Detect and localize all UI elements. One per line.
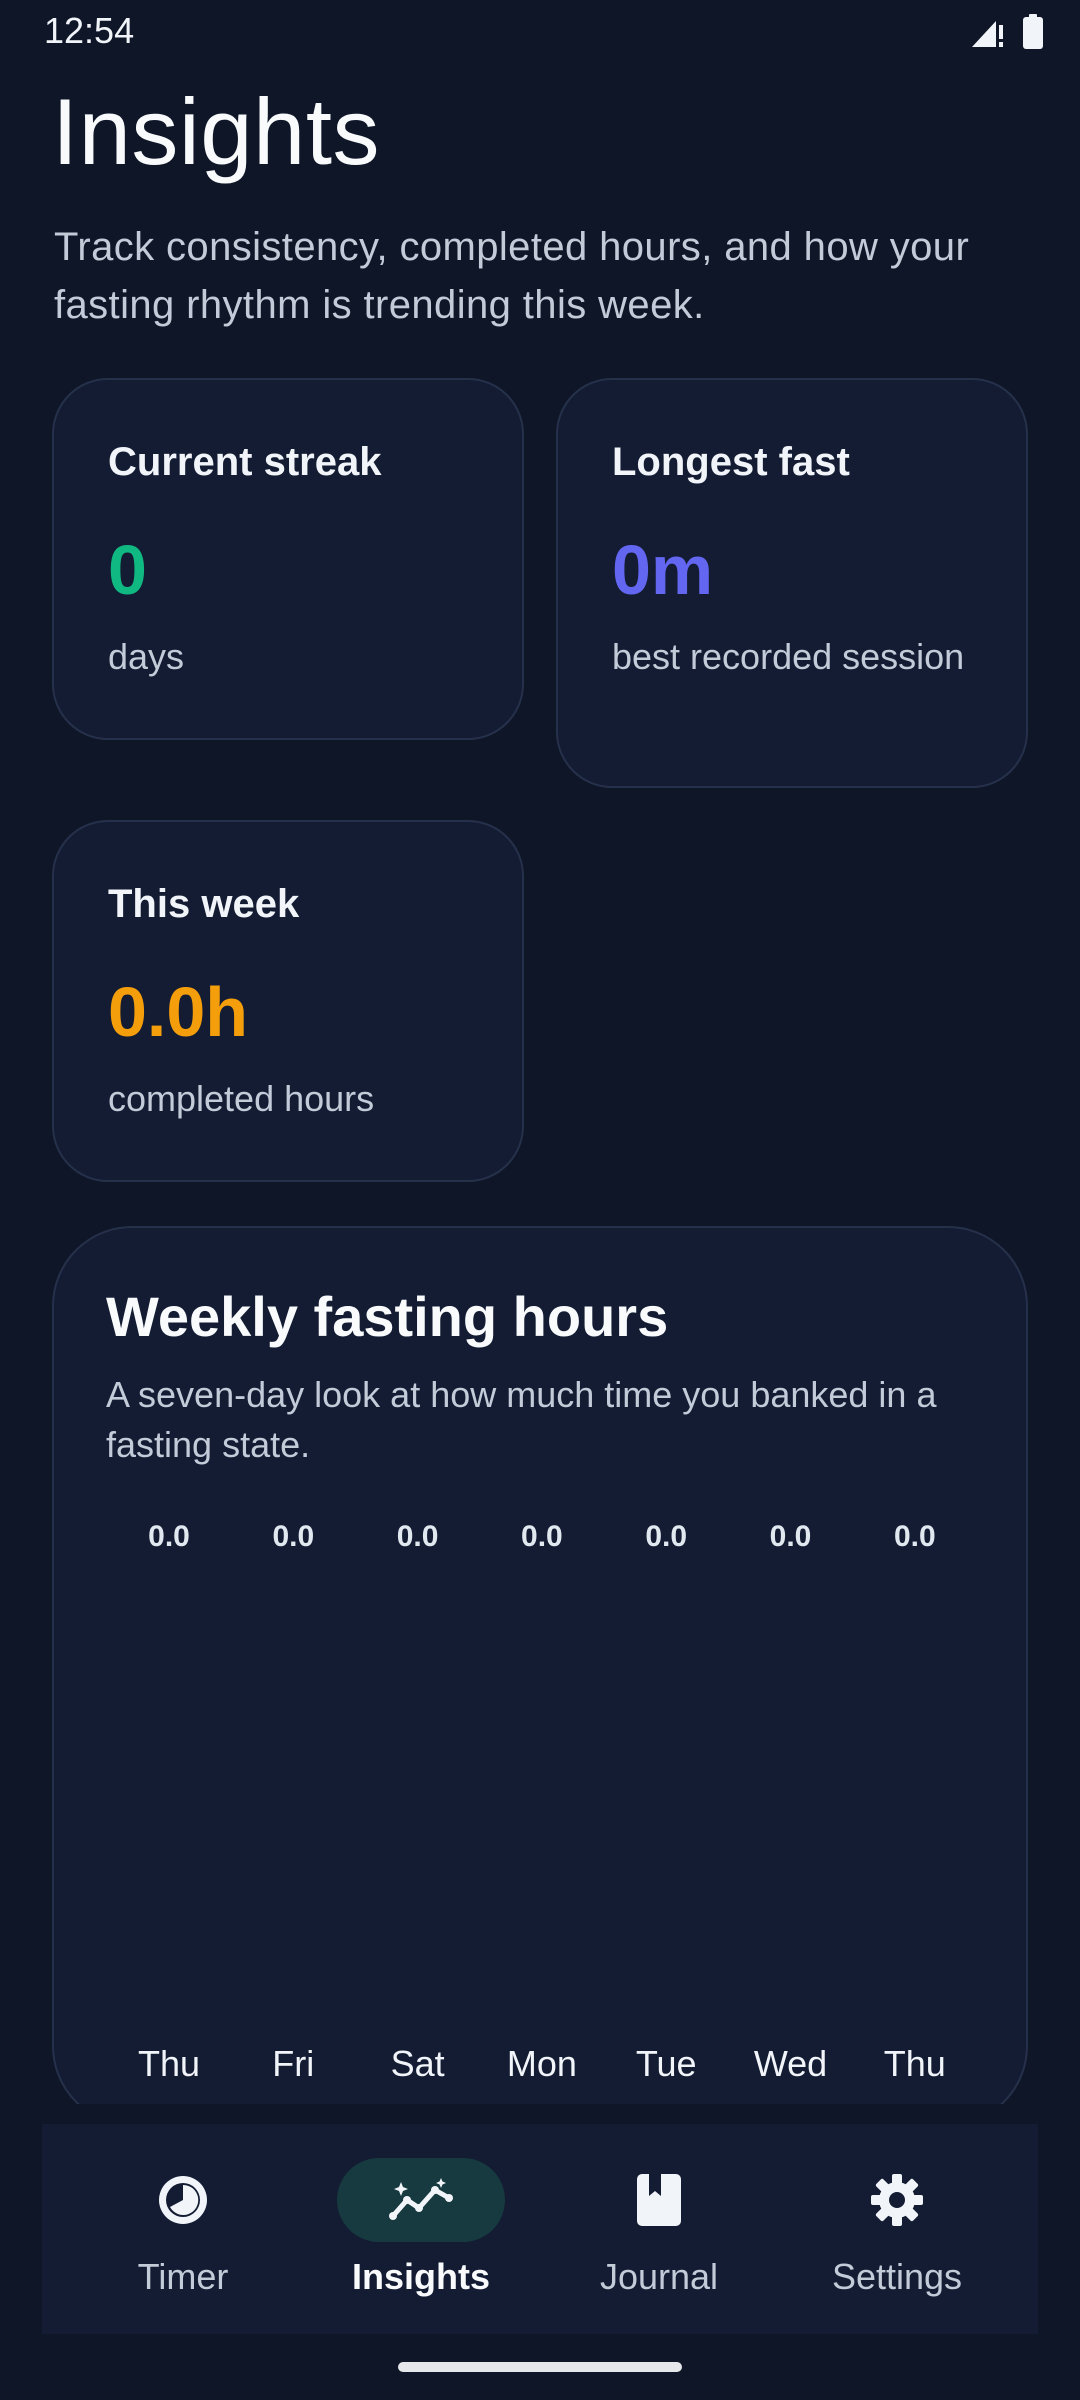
stat-caption: completed hours bbox=[108, 1078, 375, 1119]
nav-label: Settings bbox=[831, 2256, 963, 2297]
nav-label: Timer bbox=[137, 2256, 229, 2297]
nav-item-settings[interactable]: Settings bbox=[778, 2124, 1016, 2334]
stat-caption: days bbox=[108, 636, 185, 677]
status-icons bbox=[970, 14, 1044, 55]
nav-item-timer[interactable]: Timer bbox=[64, 2124, 302, 2334]
this-week-card: This week 0.0h completed hours bbox=[52, 820, 524, 1182]
nav-item-insights[interactable]: Insights bbox=[302, 2124, 540, 2334]
chart-value-label: 0.0 bbox=[397, 1520, 439, 1553]
insights-screen: 12:54 Insights Track consistency, comple… bbox=[0, 0, 1080, 2400]
chart-category-label: Mon bbox=[507, 2043, 577, 2084]
nav-item-journal[interactable]: Journal bbox=[540, 2124, 778, 2334]
stat-value: 0m bbox=[612, 531, 714, 609]
chart-value-label: 0.0 bbox=[148, 1520, 190, 1553]
chart-value-label: 0.0 bbox=[894, 1520, 936, 1553]
status-time: 12:54 bbox=[44, 10, 135, 51]
stat-title: Longest fast bbox=[612, 440, 850, 484]
journal-icon bbox=[627, 2168, 691, 2232]
chart-value-label: 0.0 bbox=[770, 1520, 812, 1553]
signal-icon bbox=[970, 15, 1004, 54]
chart-value-label: 0.0 bbox=[645, 1520, 687, 1553]
current-streak-card: Current streak 0 days bbox=[52, 378, 524, 740]
chart-category-label: Sat bbox=[391, 2043, 445, 2084]
stat-title: Current streak bbox=[108, 440, 382, 484]
weekly-chart-card: Weekly fasting hours A seven-day look at… bbox=[52, 1226, 1028, 2126]
chart-category-label: Fri bbox=[272, 2043, 314, 2084]
nav-label: Journal bbox=[599, 2256, 719, 2297]
chart-category-label: Thu bbox=[138, 2043, 200, 2084]
stat-title: This week bbox=[108, 882, 300, 926]
weekly-bar-chart: 0.0 Thu 0.0 Fri 0.0 Sat 0.0 Mon 0.0 Tue 0.0 Wed 0.0 T… bbox=[138, 1520, 946, 2084]
timer-icon bbox=[151, 2168, 215, 2232]
stat-value: 0 bbox=[108, 531, 147, 609]
chart-category-label: Thu bbox=[884, 2043, 946, 2084]
bottom-navigation: Timer Insights Journal Settings bbox=[42, 2124, 1038, 2334]
page-subtitle: Track consistency, completed hours, and … bbox=[54, 225, 970, 327]
status-bar: 12:54 bbox=[0, 0, 1080, 62]
nav-label: Insights bbox=[351, 2256, 490, 2297]
settings-icon bbox=[865, 2168, 929, 2232]
page-title: Insights bbox=[52, 79, 380, 184]
stat-value: 0.0h bbox=[108, 973, 249, 1051]
chart-category-label: Tue bbox=[636, 2043, 697, 2084]
home-indicator[interactable] bbox=[398, 2362, 682, 2372]
stat-caption: best recorded session bbox=[612, 636, 965, 677]
insights-icon bbox=[389, 2168, 453, 2232]
longest-fast-card: Longest fast 0m best recorded session bbox=[556, 378, 1028, 788]
chart-value-label: 0.0 bbox=[272, 1520, 314, 1553]
chart-category-label: Wed bbox=[754, 2043, 827, 2084]
battery-icon bbox=[1022, 14, 1044, 55]
chart-value-label: 0.0 bbox=[521, 1520, 563, 1553]
